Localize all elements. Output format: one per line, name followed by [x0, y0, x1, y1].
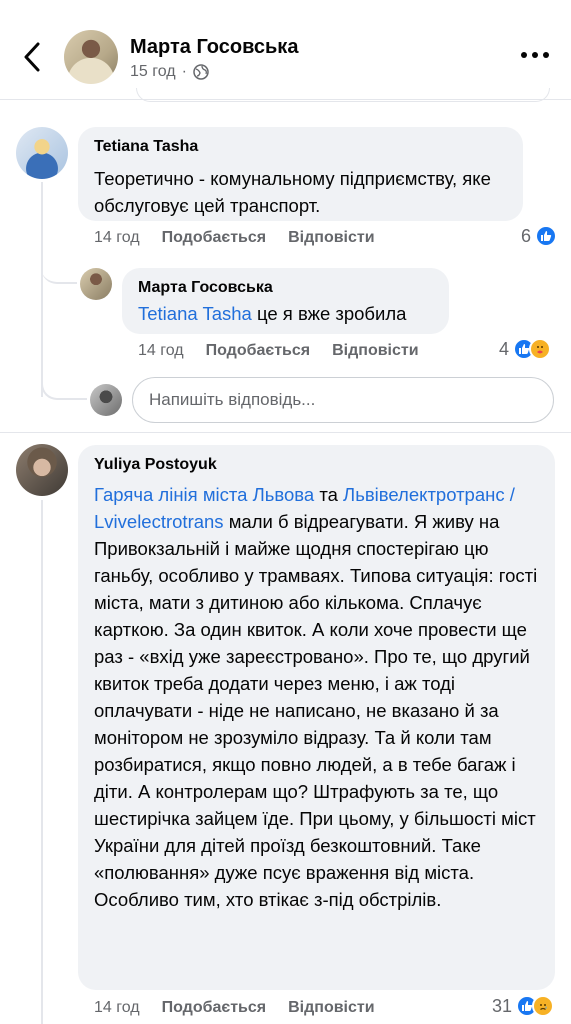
comment-actions: 14 год Подобається Відповісти [138, 342, 441, 360]
post-meta: 15 год · [130, 63, 209, 81]
post-time[interactable]: 15 год [130, 63, 176, 81]
comment-author[interactable]: Марта Госовська [138, 278, 435, 298]
sad-reaction-icon [532, 995, 555, 1017]
comment-divider [0, 432, 571, 433]
reply-input[interactable] [133, 378, 553, 422]
more-options-button[interactable] [521, 52, 549, 58]
thread-connector [41, 260, 77, 284]
thread-line [41, 182, 43, 397]
reaction-count: 6 [521, 225, 532, 246]
chevron-left-icon [24, 42, 40, 72]
back-button[interactable] [18, 40, 46, 74]
comment-text: Теоретично - комунальному підприємству, … [94, 168, 491, 216]
comment-author[interactable]: Yuliya Postoyuk [94, 455, 541, 475]
comment-actions: 14 год Подобається Відповісти [94, 229, 397, 247]
comment-text: Гаряча лінія міста Львова та Львівелектр… [94, 484, 538, 910]
reply-button[interactable]: Відповісти [288, 229, 374, 247]
like-button[interactable]: Подобається [206, 342, 311, 360]
comment-bubble: Yuliya Postoyuk Гаряча лінія міста Львов… [78, 445, 555, 990]
thread-line [41, 500, 43, 1024]
reply-button[interactable]: Відповісти [332, 342, 418, 360]
commenter-avatar[interactable] [80, 268, 112, 300]
reaction-summary[interactable]: 31 [492, 995, 555, 1017]
thread-connector [41, 372, 87, 400]
like-button[interactable]: Подобається [162, 229, 267, 247]
more-horizontal-icon [521, 52, 527, 58]
mention-link[interactable]: Tetiana Tasha [138, 303, 252, 324]
commenter-avatar[interactable] [16, 127, 68, 179]
reaction-summary[interactable]: 4 [499, 338, 552, 360]
reaction-count: 31 [492, 995, 513, 1016]
reaction-summary[interactable]: 6 [521, 225, 558, 247]
reply-button[interactable]: Відповісти [288, 999, 374, 1017]
like-button[interactable]: Подобається [162, 999, 267, 1017]
reaction-count: 4 [499, 338, 510, 359]
commenter-avatar[interactable] [16, 444, 68, 496]
comment-bubble: Марта Госовська Tetiana Tasha це я вже з… [122, 268, 449, 334]
comment-time[interactable]: 14 год [94, 999, 140, 1017]
author-avatar[interactable] [64, 30, 118, 84]
globe-icon [193, 64, 209, 80]
care-reaction-icon [529, 338, 552, 360]
comment-actions: 14 год Подобається Відповісти [94, 999, 397, 1017]
comment-time[interactable]: 14 год [138, 342, 184, 360]
like-reaction-icon [535, 225, 558, 247]
reply-field[interactable] [132, 377, 554, 423]
mention-link[interactable]: Гаряча лінія міста Львова [94, 484, 314, 505]
comment-text: Tetiana Tasha це я вже зробила [138, 303, 407, 324]
previous-content-edge [136, 88, 550, 102]
comment-bubble: Tetiana Tasha Теоретично - комунальному … [78, 127, 523, 221]
comment-time[interactable]: 14 год [94, 229, 140, 247]
current-user-avatar [90, 384, 122, 416]
post-header: Марта Госовська 15 год · [0, 0, 571, 100]
author-name[interactable]: Марта Госовська [130, 36, 298, 59]
comment-author[interactable]: Tetiana Tasha [94, 137, 509, 157]
